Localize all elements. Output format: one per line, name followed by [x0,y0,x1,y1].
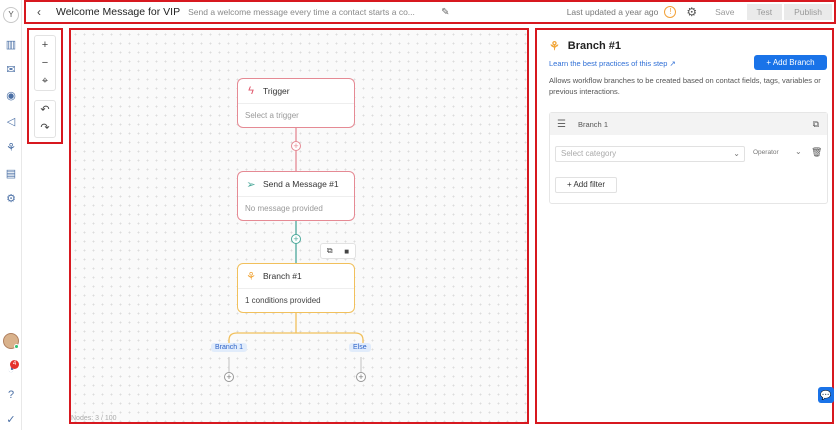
save-button[interactable]: Save [705,4,744,20]
external-link-icon: ↗ [669,59,676,68]
broadcast-icon[interactable]: ◁ [5,116,17,128]
add-filter-button[interactable]: + Add filter [555,177,617,193]
nodes-count-text: Nodes: 3 / 100 [71,415,117,422]
send-message-node-header: ➢ Send a Message #1 [238,172,354,196]
workflow-icon[interactable]: ⚘ [5,142,17,154]
branch-node[interactable]: ⚘ Branch #1 1 conditions provided [237,263,355,313]
panel-title: ⚘ Branch #1 [549,39,621,53]
add-branch-button[interactable]: + Add Branch [754,55,827,70]
step-config-panel: ⚘ Branch #1 Learn the best practices of … [535,28,834,424]
warning-icon[interactable]: ! [664,6,677,18]
back-chevron-icon[interactable]: ‹ [30,5,48,19]
trigger-node-body: Select a trigger [238,103,354,127]
fit-view-button[interactable]: ⌖ [35,72,55,90]
branch-card: ☰ Branch 1 ⧉ Select category ⌄ Operator … [549,112,828,204]
add-step-plus-icon[interactable]: + [291,234,301,244]
copy-icon[interactable]: ⧉ [813,119,819,130]
learn-best-practices-link[interactable]: Learn the best practices of this step ↗ [549,59,676,68]
panel-title-text: Branch #1 [567,40,621,52]
nav-rail: Y ▥ ✉ ◉ ◁ ⚘ ▤ ⚙ ◔ 4 ? ✓ [0,0,22,430]
notification-badge: 4 [10,360,19,369]
zoom-in-button[interactable]: + [35,36,55,54]
chat-support-icon[interactable]: 💬 [818,387,834,403]
send-message-node-title: Send a Message #1 [263,179,339,189]
branch-node-header: ⚘ Branch #1 [238,264,354,288]
redo-button[interactable]: ↷ [35,119,55,137]
zoom-group: + − ⌖ [34,35,56,91]
add-step-plus-icon[interactable]: + [224,372,234,382]
help-icon[interactable]: ? [5,389,17,401]
publish-button[interactable]: Publish [784,4,832,20]
node-toolbar: ⧉ ■ [320,243,356,259]
inbox-icon[interactable]: ✉ [5,64,17,76]
trigger-node-header: ϟ Trigger [238,79,354,103]
learn-link-text: Learn the best practices of this step [549,59,668,68]
panel-description: Allows workflow branches to be created b… [549,76,821,96]
else-chip[interactable]: Else [349,343,371,352]
send-message-node-body: No message provided [238,196,354,220]
branch-icon: ⚘ [246,270,256,283]
chevron-down-icon[interactable]: ⌄ [795,147,802,156]
settings-icon[interactable]: ⚙ [5,193,17,205]
workspace-logo[interactable]: Y [3,7,19,23]
branch-icon: ⚘ [549,39,560,53]
add-step-plus-icon[interactable]: + [291,141,301,151]
last-updated-text: Last updated a year ago [566,7,659,17]
reports-icon[interactable]: ▤ [5,168,17,180]
branch-1-chip[interactable]: Branch 1 [211,343,248,352]
category-select-placeholder: Select category [561,149,617,158]
branch-node-body: 1 conditions provided [238,288,354,312]
workflow-canvas[interactable]: ϟ Trigger Select a trigger + ➢ Send a Me… [69,28,529,424]
branch-card-header: ☰ Branch 1 ⧉ [550,113,827,135]
avatar[interactable] [3,333,19,349]
test-button[interactable]: Test [746,4,783,20]
send-message-node[interactable]: ➢ Send a Message #1 No message provided [237,171,355,221]
dashboard-icon[interactable]: ▥ [5,39,17,51]
copy-icon[interactable]: ⧉ [327,246,333,256]
connector-branch-fork [228,332,364,350]
workflow-description[interactable]: Send a welcome message every time a cont… [188,7,433,17]
history-group: ↶ ↷ [34,100,56,138]
gear-icon[interactable]: ⚙ [686,5,697,19]
branch-card-name[interactable]: Branch 1 [578,120,608,129]
lightning-icon: ϟ [248,85,254,97]
workflow-header: ‹ Welcome Message for VIP Send a welcome… [24,0,836,24]
undo-button[interactable]: ↶ [35,101,55,119]
chevron-down-icon: ⌄ [733,149,740,158]
operator-select[interactable]: Operator [753,149,779,156]
list-icon: ☰ [557,118,566,130]
zoom-out-button[interactable]: − [35,54,55,72]
category-select[interactable]: Select category ⌄ [555,146,745,162]
checkmarks-icon[interactable]: ✓ [5,414,17,426]
contacts-icon[interactable]: ◉ [5,90,17,102]
online-status-dot [14,344,19,349]
send-icon: ➢ [246,178,256,191]
canvas-controls: + − ⌖ ↶ ↷ [27,28,63,144]
trash-icon[interactable]: ■ [344,247,349,256]
trigger-node-title: Trigger [263,86,290,96]
edit-icon[interactable]: ✎ [441,7,449,18]
branch-node-title: Branch #1 [263,271,302,281]
workflow-title[interactable]: Welcome Message for VIP [56,6,180,18]
trigger-node[interactable]: ϟ Trigger Select a trigger [237,78,355,128]
trash-icon[interactable]: 🗑 [811,147,822,158]
add-step-plus-icon[interactable]: + [356,372,366,382]
